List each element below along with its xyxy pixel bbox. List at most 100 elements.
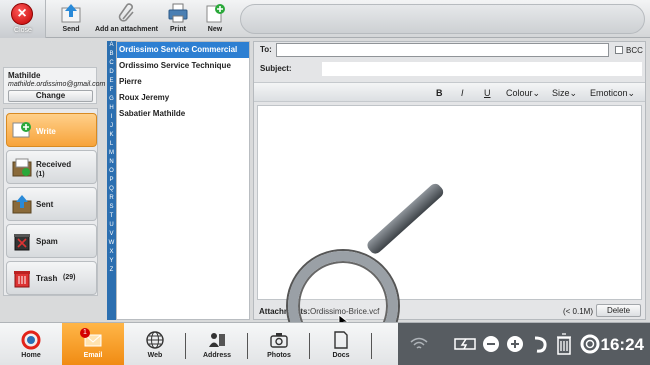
- close-label: Close: [14, 27, 32, 34]
- to-label: To:: [260, 45, 272, 54]
- folder-write-label: Write: [36, 127, 56, 136]
- alpha-letter[interactable]: U: [107, 221, 116, 230]
- alpha-letter[interactable]: Y: [107, 257, 116, 266]
- taskbar: Home 1 Email Web Address Photos Docs 16:…: [0, 322, 650, 365]
- size-label: Size: [552, 88, 570, 98]
- folder-spam-label: Spam: [36, 237, 58, 246]
- contacts-icon: [209, 333, 225, 347]
- camera-icon: [270, 333, 288, 348]
- folder-sent-label: Sent: [36, 200, 54, 209]
- email-label: Email: [83, 352, 103, 359]
- photos-label: Photos: [267, 352, 291, 359]
- taskbar-web[interactable]: Web: [124, 323, 186, 365]
- account-name: Mathilde: [8, 71, 41, 80]
- alpha-letter[interactable]: Q: [107, 185, 116, 194]
- folder-received[interactable]: Received (1): [6, 150, 97, 184]
- taskbar-home[interactable]: Home: [0, 323, 62, 365]
- alpha-letter[interactable]: O: [107, 167, 116, 176]
- colour-dropdown[interactable]: Colour⌄: [506, 88, 540, 99]
- contact-item[interactable]: Ordissimo Service Commercial: [117, 42, 249, 58]
- new-button[interactable]: New: [204, 2, 226, 33]
- printer-icon: [168, 3, 188, 23]
- document-icon: [334, 331, 348, 349]
- folder-trash-count: (29): [63, 274, 76, 281]
- chevron-down-icon: ⌄: [627, 88, 636, 98]
- contact-item[interactable]: Pierre: [117, 74, 249, 90]
- volume-up-icon[interactable]: [506, 335, 524, 353]
- email-badge: 1: [80, 328, 90, 338]
- chevron-down-icon: ⌄: [532, 88, 541, 98]
- change-account-button[interactable]: Change: [8, 90, 93, 102]
- address-label: Address: [202, 352, 231, 359]
- send-icon: [61, 4, 81, 23]
- folder-trash[interactable]: Trash (29): [6, 261, 97, 295]
- bcc-label: BCC: [626, 46, 643, 55]
- docs-label: Docs: [332, 352, 350, 359]
- alpha-letter[interactable]: J: [107, 122, 116, 131]
- print-button[interactable]: Print: [167, 2, 189, 33]
- alphabet-index: A B C D E F G H I J K L M N O P Q R S T …: [107, 41, 116, 320]
- alpha-letter[interactable]: L: [107, 140, 116, 149]
- folder-sent[interactable]: Sent: [6, 187, 97, 221]
- top-toolbar: × Close Send Add an attachment Print New: [0, 0, 650, 38]
- close-button[interactable]: × Close: [0, 0, 46, 38]
- alpha-letter[interactable]: C: [107, 59, 116, 68]
- contact-item[interactable]: Ordissimo Service Technique: [117, 58, 249, 74]
- folder-received-count: (1): [36, 171, 45, 178]
- taskbar-docs[interactable]: Docs: [310, 323, 372, 365]
- bold-button[interactable]: B: [436, 88, 443, 98]
- folder-write[interactable]: Write: [6, 113, 97, 147]
- subject-field[interactable]: [322, 62, 642, 76]
- spam-bin-icon: [14, 234, 30, 251]
- alpha-letter[interactable]: R: [107, 194, 116, 203]
- alpha-letter[interactable]: F: [107, 86, 116, 95]
- delete-attachment-button[interactable]: Delete: [596, 304, 641, 317]
- globe-icon: [146, 331, 164, 349]
- alpha-letter[interactable]: I: [107, 113, 116, 122]
- alpha-letter[interactable]: H: [107, 104, 116, 113]
- italic-button[interactable]: I: [461, 88, 464, 98]
- alpha-letter[interactable]: A: [107, 41, 116, 50]
- taskbar-photos[interactable]: Photos: [248, 323, 310, 365]
- new-message-icon: [206, 4, 225, 23]
- account-box: Mathilde mathilde.ordissimo@gmail.com Ch…: [3, 67, 105, 104]
- alpha-letter[interactable]: K: [107, 131, 116, 140]
- size-dropdown[interactable]: Size⌄: [552, 88, 577, 99]
- undo-icon[interactable]: [532, 334, 548, 354]
- alpha-letter[interactable]: E: [107, 77, 116, 86]
- alpha-letter[interactable]: D: [107, 68, 116, 77]
- alpha-letter[interactable]: M: [107, 149, 116, 158]
- to-field[interactable]: [276, 43, 609, 57]
- alpha-letter[interactable]: W: [107, 239, 116, 248]
- bcc-checkbox[interactable]: [615, 46, 623, 54]
- underline-button[interactable]: U: [484, 88, 491, 98]
- alpha-letter[interactable]: X: [107, 248, 116, 257]
- alpha-letter[interactable]: P: [107, 176, 116, 185]
- alpha-letter[interactable]: G: [107, 95, 116, 104]
- alpha-letter[interactable]: T: [107, 212, 116, 221]
- close-icon: ×: [11, 3, 33, 25]
- contact-item[interactable]: Sabatier Mathilde: [117, 106, 249, 122]
- colour-label: Colour: [506, 88, 533, 98]
- taskbar-email[interactable]: 1 Email: [62, 323, 124, 365]
- help-lifebuoy-icon[interactable]: [580, 334, 600, 354]
- alpha-letter[interactable]: S: [107, 203, 116, 212]
- alpha-letter[interactable]: N: [107, 158, 116, 167]
- trash-can-icon[interactable]: [556, 333, 572, 355]
- folder-received-label: Received: [36, 160, 72, 169]
- clock: 16:24: [600, 335, 644, 354]
- add-attachment-button[interactable]: Add an attachment: [95, 2, 158, 33]
- send-button[interactable]: Send: [60, 2, 82, 33]
- volume-down-icon[interactable]: [482, 335, 500, 353]
- battery-charging-icon: [454, 338, 476, 350]
- home-label: Home: [21, 352, 41, 359]
- contact-item[interactable]: Roux Jeremy: [117, 90, 249, 106]
- alpha-letter[interactable]: Z: [107, 266, 116, 275]
- alpha-letter[interactable]: V: [107, 230, 116, 239]
- print-label: Print: [170, 26, 186, 33]
- emoticon-label: Emoticon: [590, 88, 628, 98]
- taskbar-address[interactable]: Address: [186, 323, 248, 365]
- alpha-letter[interactable]: B: [107, 50, 116, 59]
- emoticon-dropdown[interactable]: Emoticon⌄: [590, 88, 635, 99]
- folder-spam[interactable]: Spam: [6, 224, 97, 258]
